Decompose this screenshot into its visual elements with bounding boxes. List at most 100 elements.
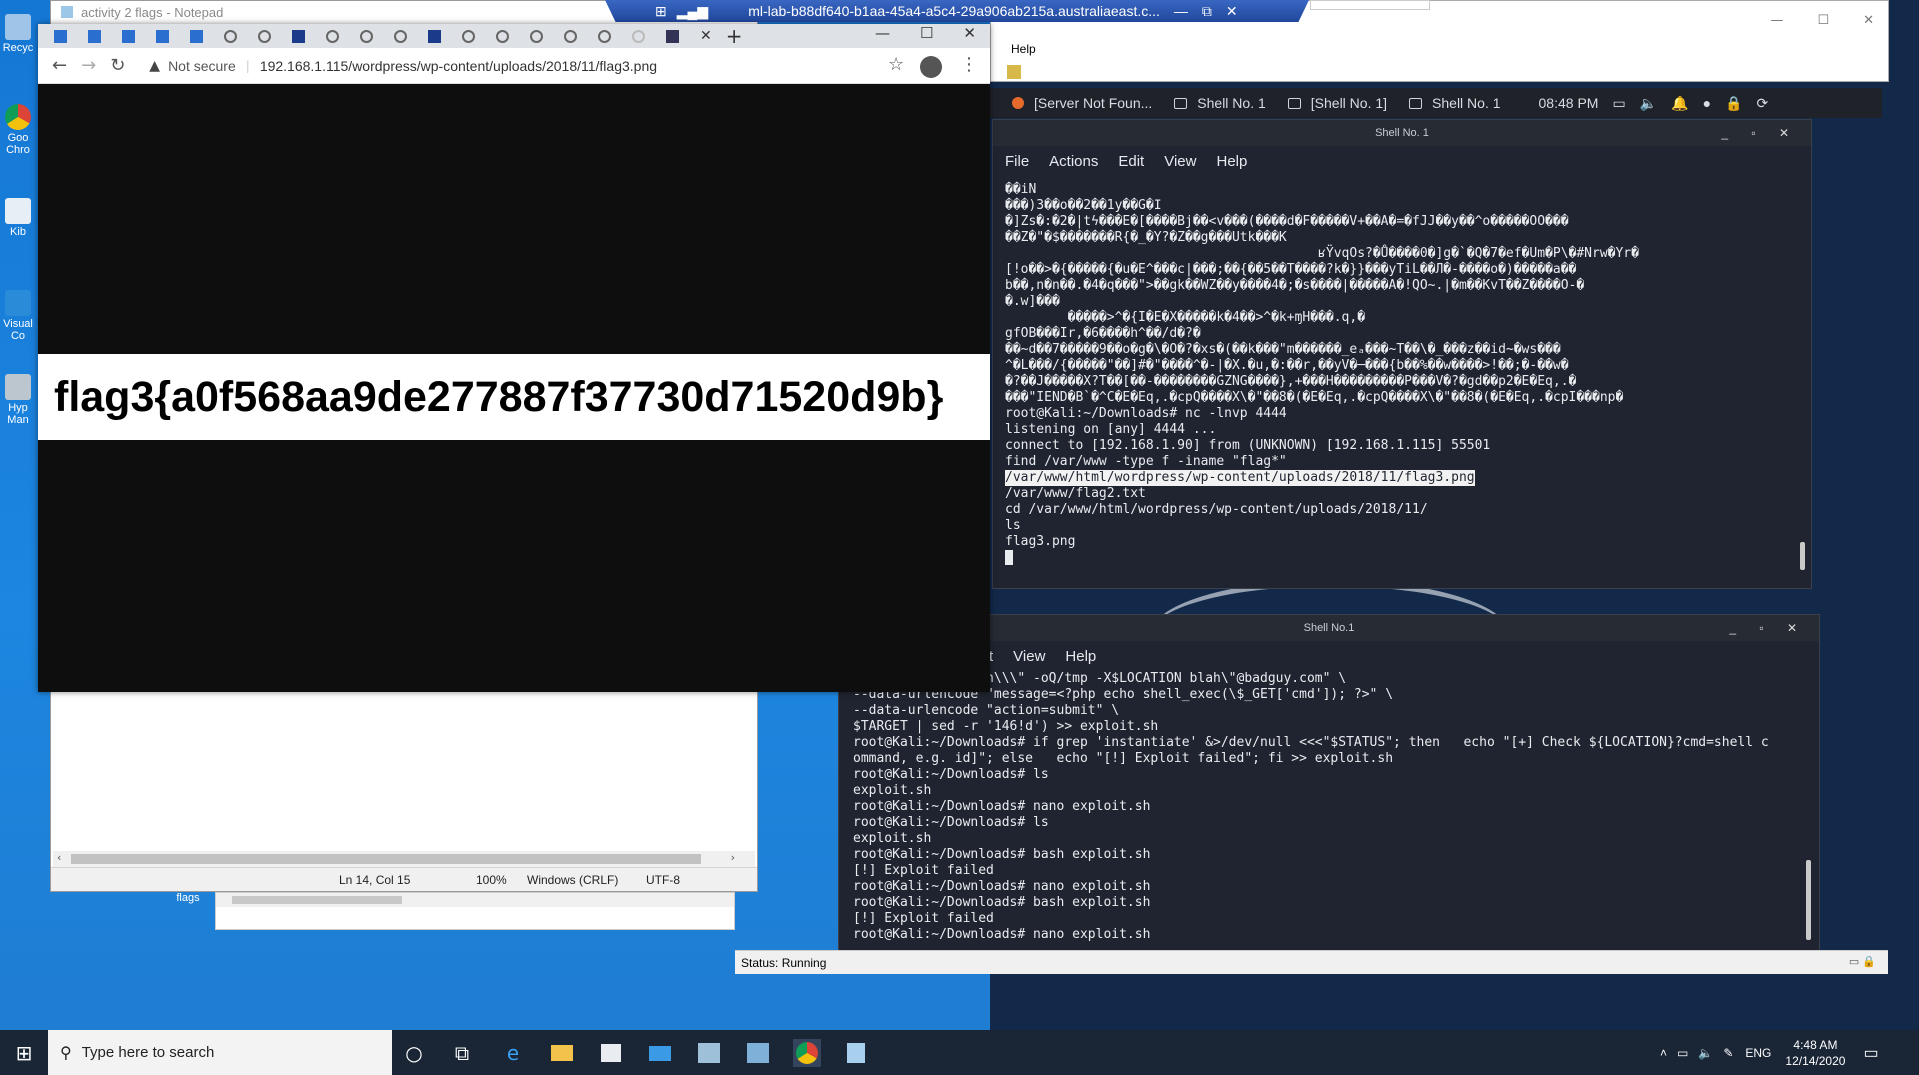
clock[interactable]: 4:48 AM 12/14/2020 bbox=[1785, 1037, 1845, 1069]
restore-icon[interactable]: ⧉ bbox=[1202, 3, 1212, 20]
task-view-icon[interactable]: ⧉ bbox=[448, 1039, 476, 1067]
scroll-right-icon[interactable]: › bbox=[731, 851, 735, 864]
vm-toolbar-icon[interactable] bbox=[1007, 65, 1021, 79]
minimize-icon[interactable]: — bbox=[875, 24, 890, 42]
window-controls[interactable]: _ ▫ ✕ bbox=[1721, 120, 1799, 146]
scroll-thumb[interactable] bbox=[232, 896, 402, 904]
chrome-tab[interactable] bbox=[322, 26, 343, 47]
desktop-icon-hyperv[interactable]: Hyp Man bbox=[0, 374, 36, 426]
profile-icon[interactable] bbox=[920, 56, 942, 78]
close-icon[interactable]: ✕ bbox=[963, 24, 976, 42]
server-manager-icon[interactable] bbox=[695, 1039, 723, 1067]
menu-edit[interactable]: Edit bbox=[1118, 153, 1144, 170]
close-icon[interactable]: ✕ bbox=[1863, 13, 1874, 28]
panel-task-shell-1[interactable]: Shell No. 1 bbox=[1174, 95, 1266, 111]
network-icon[interactable]: ● bbox=[1703, 95, 1711, 111]
vm-help-menu[interactable]: Help bbox=[1011, 42, 1036, 56]
chrome-tab[interactable] bbox=[356, 26, 377, 47]
store-icon[interactable] bbox=[597, 1039, 625, 1067]
menu-view[interactable]: View bbox=[1164, 153, 1196, 170]
desktop-icon-recycle-bin[interactable]: Recyc bbox=[0, 14, 36, 54]
chrome-tab[interactable] bbox=[594, 26, 615, 47]
shell-titlebar[interactable]: Shell No. 1 _ ▫ ✕ bbox=[993, 120, 1811, 146]
chrome-tab[interactable] bbox=[118, 26, 139, 47]
network-icon[interactable]: ▭ bbox=[1677, 1046, 1688, 1060]
minimize-icon[interactable]: — bbox=[1770, 13, 1783, 28]
chrome-tab[interactable] bbox=[288, 26, 309, 47]
language-indicator[interactable]: ENG bbox=[1745, 1046, 1771, 1060]
chrome-tab[interactable] bbox=[220, 26, 241, 47]
notepad-taskbar-icon[interactable] bbox=[842, 1039, 870, 1067]
lock-icon[interactable]: 🔒 bbox=[1725, 95, 1742, 112]
cortana-icon[interactable]: ○ bbox=[400, 1039, 428, 1067]
window-controls[interactable]: _ ▫ ✕ bbox=[1729, 615, 1807, 641]
chrome-tab[interactable] bbox=[50, 26, 71, 47]
chrome-tab[interactable] bbox=[84, 26, 105, 47]
chrome-taskbar-icon[interactable] bbox=[793, 1039, 821, 1067]
shell-scrollbar[interactable] bbox=[1806, 860, 1811, 940]
panel-task-browser[interactable]: [Server Not Foun... bbox=[1034, 95, 1152, 111]
menu-icon[interactable]: ⋮ bbox=[960, 54, 978, 75]
notepad-hscrollbar[interactable]: ‹ › bbox=[53, 851, 755, 867]
scroll-thumb[interactable] bbox=[71, 854, 701, 864]
desktop-icon-vscode[interactable]: Visual Co bbox=[0, 290, 36, 342]
bookmark-star-icon[interactable]: ☆ bbox=[888, 54, 904, 75]
chrome-tab[interactable] bbox=[628, 26, 649, 47]
chrome-tab[interactable] bbox=[254, 26, 275, 47]
chrome-tab[interactable] bbox=[390, 26, 411, 47]
shell-scrollbar[interactable] bbox=[1800, 542, 1805, 570]
chrome-tab[interactable] bbox=[526, 26, 547, 47]
pin-icon[interactable]: ⊞ bbox=[655, 3, 667, 20]
minimize-icon[interactable]: — bbox=[1174, 3, 1188, 19]
close-tab-icon[interactable]: ✕ bbox=[700, 28, 712, 44]
maximize-icon[interactable]: ☐ bbox=[920, 24, 933, 42]
desktop-icon-kibana[interactable]: Kib bbox=[0, 198, 36, 238]
action-center-icon[interactable]: ▭ bbox=[1863, 1043, 1878, 1063]
rdp-connection-bar[interactable]: ⊞ ▂▄▆ ml-lab-b88df640-b1aa-45a4-a5c4-29a… bbox=[605, 0, 1309, 22]
maximize-icon[interactable]: ☐ bbox=[1817, 13, 1829, 28]
chrome-tab[interactable] bbox=[662, 26, 683, 47]
chrome-tab[interactable] bbox=[560, 26, 581, 47]
taskbar-search[interactable]: ⚲ Type here to search bbox=[48, 1030, 392, 1075]
file-explorer-icon[interactable] bbox=[548, 1039, 576, 1067]
menu-help[interactable]: Help bbox=[1216, 153, 1247, 170]
chrome-tab[interactable] bbox=[424, 26, 445, 47]
explorer-hscroll[interactable] bbox=[216, 893, 734, 907]
reload-icon[interactable]: ↻ bbox=[110, 55, 125, 76]
menu-help[interactable]: Help bbox=[1065, 648, 1096, 665]
forward-icon[interactable]: → bbox=[81, 55, 96, 76]
menu-file[interactable]: File bbox=[1005, 153, 1029, 170]
panel-task-shell-2[interactable]: [Shell No. 1] bbox=[1287, 95, 1387, 111]
panel-task-shell-3[interactable]: Shell No. 1 bbox=[1409, 95, 1501, 111]
chrome-tab[interactable] bbox=[492, 26, 513, 47]
shell-window-top[interactable]: Shell No. 1 _ ▫ ✕ File Actions Edit View… bbox=[992, 119, 1812, 589]
chrome-tab[interactable] bbox=[458, 26, 479, 47]
chevron-up-icon[interactable]: ˄ bbox=[1660, 1046, 1667, 1060]
start-icon[interactable]: ⊞ bbox=[10, 1039, 38, 1067]
notification-icon[interactable]: 🔔 bbox=[1671, 95, 1688, 112]
vm-statusbar: Status: Running ▭ 🔒 bbox=[735, 950, 1888, 974]
display-icon[interactable]: ▭ bbox=[1612, 95, 1625, 112]
power-icon[interactable]: ⟳ bbox=[1756, 95, 1768, 112]
panel-clock[interactable]: 08:48 PM bbox=[1539, 95, 1599, 111]
pen-icon[interactable]: ✎ bbox=[1723, 1046, 1733, 1060]
volume-icon[interactable]: 🔈 bbox=[1640, 95, 1657, 112]
chrome-tab[interactable] bbox=[186, 26, 207, 47]
hyperv-taskbar-icon[interactable] bbox=[744, 1039, 772, 1067]
mail-icon[interactable] bbox=[646, 1039, 674, 1067]
shell-output[interactable]: "email=\"hackerman\\\" -oQ/tmp -X$LOCATI… bbox=[839, 671, 1819, 951]
new-tab-button[interactable]: + bbox=[726, 24, 743, 48]
scroll-left-icon[interactable]: ‹ bbox=[57, 851, 61, 864]
shell-output[interactable]: ��iN ���)3��o��2��1y��G�Ι �]Zs�:�2�|tϟ���E… bbox=[993, 176, 1811, 576]
menu-view[interactable]: View bbox=[1013, 648, 1045, 665]
security-label[interactable]: Not secure bbox=[168, 58, 236, 74]
back-icon[interactable]: ← bbox=[52, 55, 67, 76]
desktop-icon-chrome[interactable]: Goo Chro bbox=[0, 104, 36, 156]
menu-actions[interactable]: Actions bbox=[1049, 153, 1098, 170]
close-icon[interactable]: ✕ bbox=[1226, 3, 1238, 20]
chrome-tab[interactable] bbox=[152, 26, 173, 47]
volume-icon[interactable]: 🔈 bbox=[1698, 1046, 1713, 1060]
firefox-icon[interactable] bbox=[1012, 97, 1024, 109]
address-bar[interactable]: 192.168.1.115/wordpress/wp-content/uploa… bbox=[260, 58, 657, 74]
edge-icon[interactable]: e bbox=[499, 1039, 527, 1067]
